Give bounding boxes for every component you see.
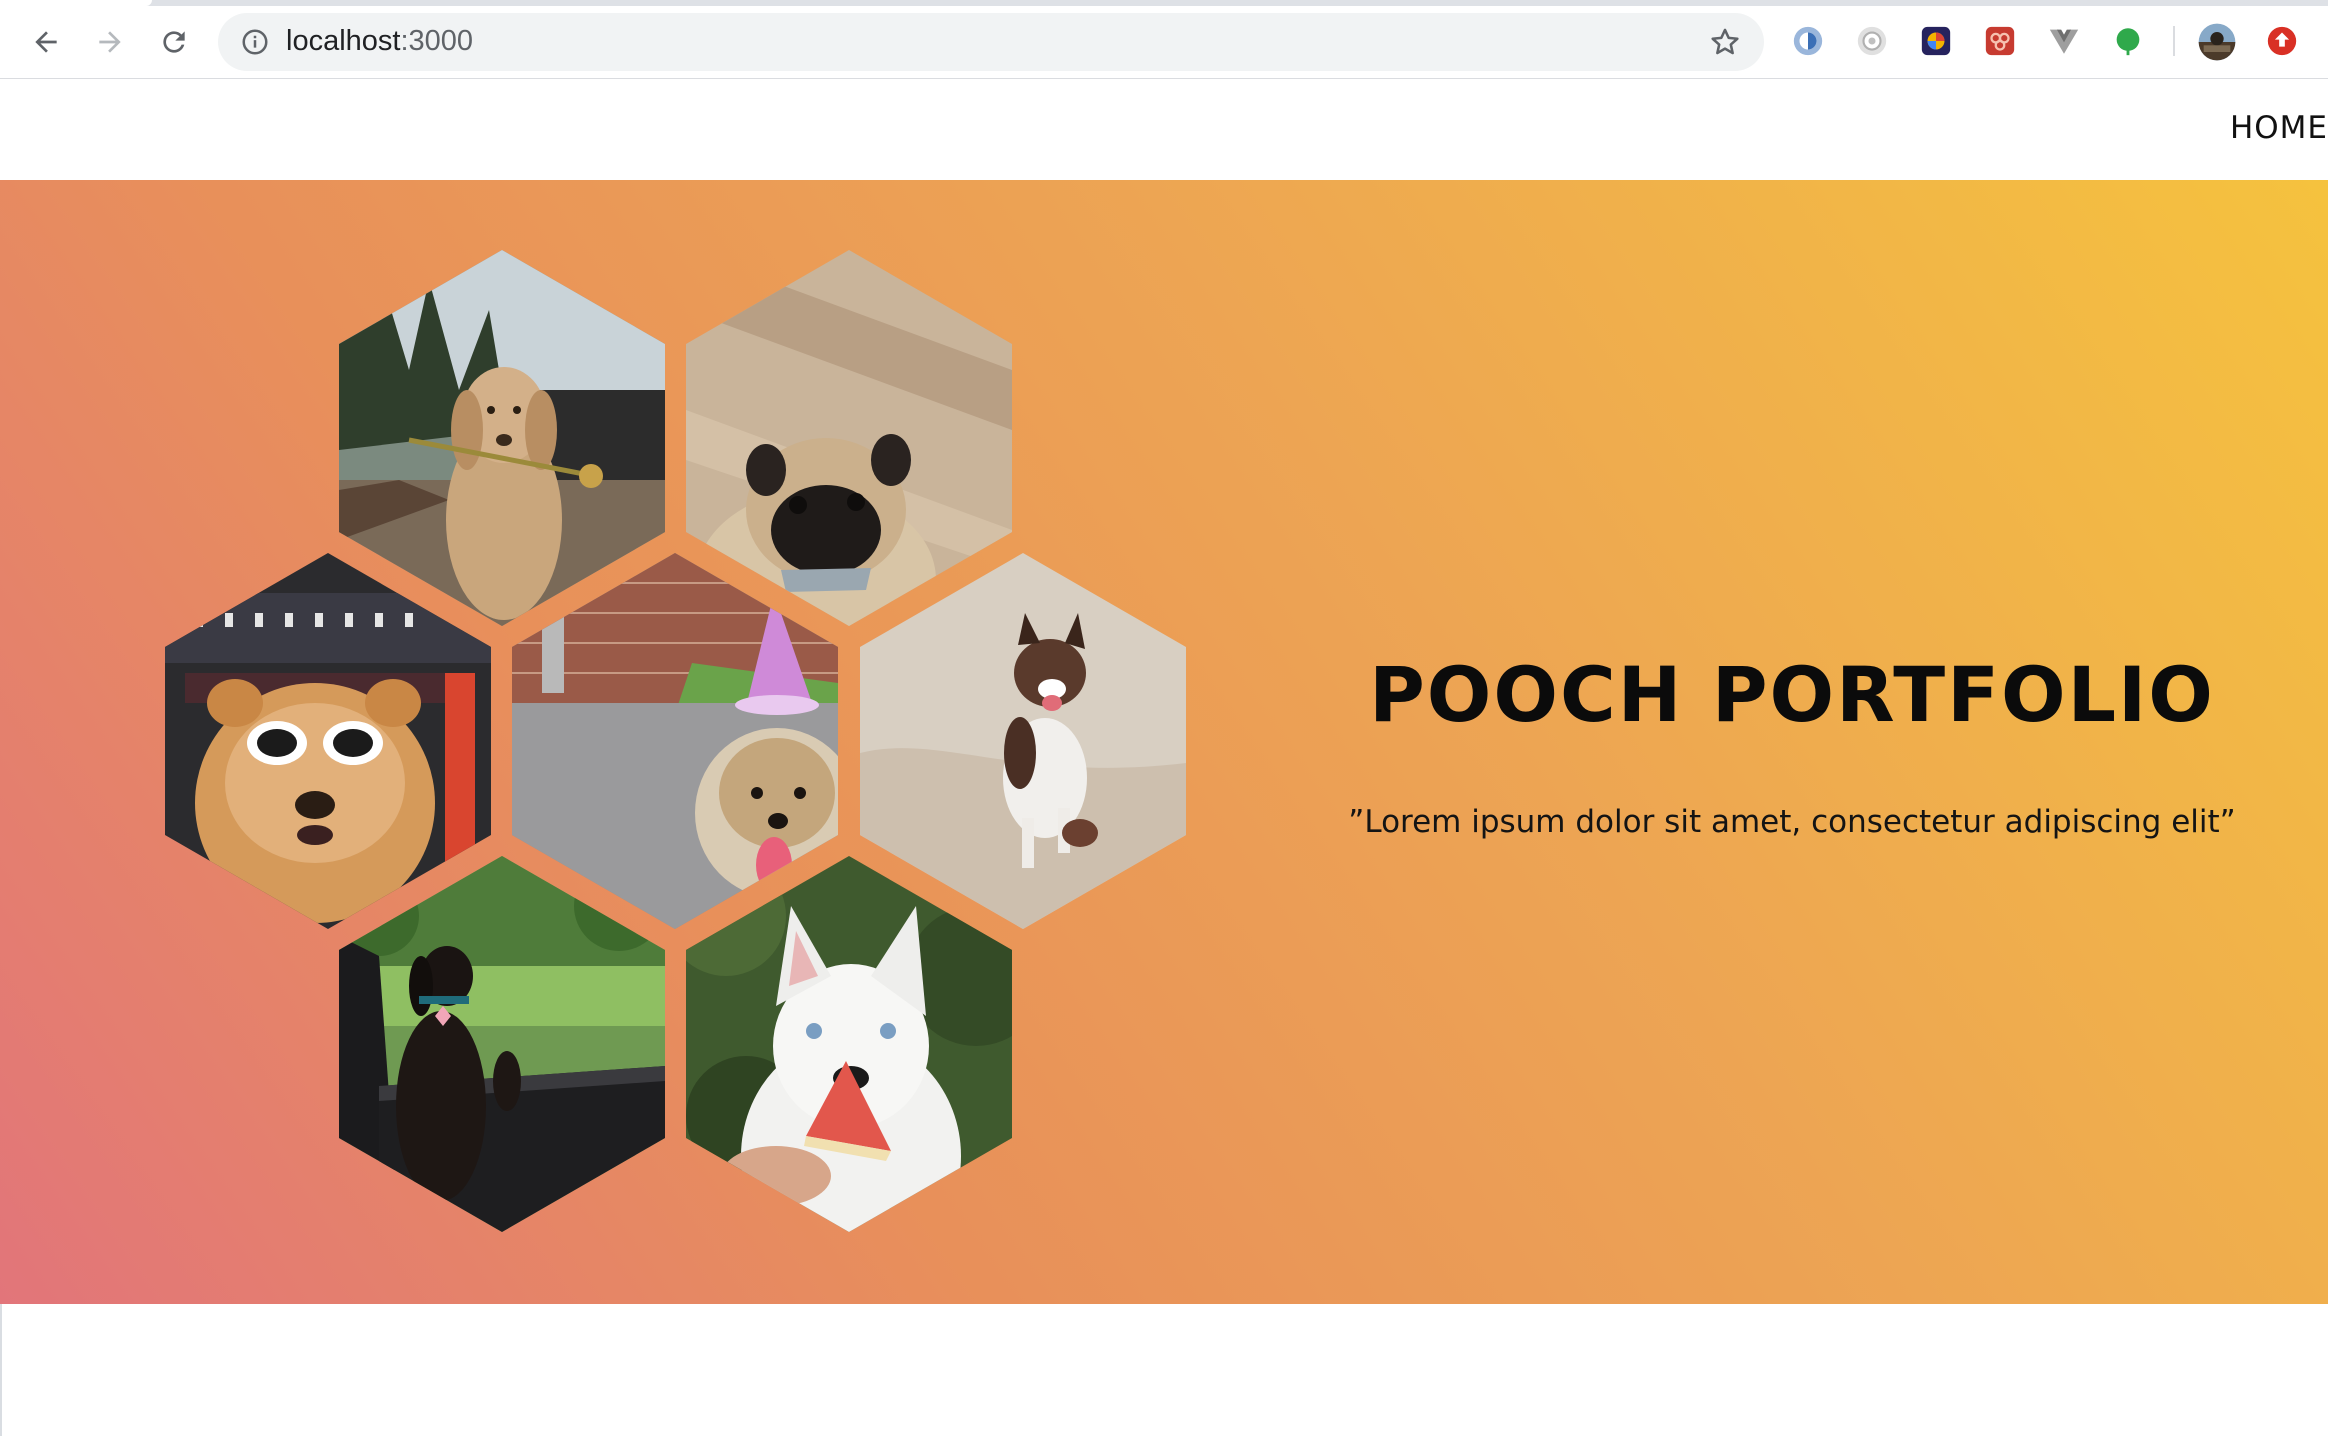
- active-tab[interactable]: [0, 0, 152, 6]
- toolbar-separator: [2173, 26, 2175, 56]
- bookmark-star-icon[interactable]: [1708, 25, 1742, 59]
- forward-button[interactable]: [88, 20, 132, 64]
- reload-icon: [163, 31, 185, 53]
- profile-avatar[interactable]: [2197, 22, 2237, 62]
- site-navbar: HOME: [0, 80, 2328, 180]
- hero-section: POOCH PORTFOLIO ”Lorem ipsum dolor sit a…: [0, 180, 2328, 1304]
- gallery-photo-husky-watermelon[interactable]: [686, 856, 1012, 1232]
- url-host: localhost: [286, 25, 401, 57]
- hero-title: POOCH PORTFOLIO: [1369, 650, 2215, 739]
- extension-grey-camera-icon[interactable]: [1853, 22, 1891, 60]
- extension-red-upload-icon[interactable]: [2263, 22, 2301, 60]
- hero-subtitle: ”Lorem ipsum dolor sit amet, consectetur…: [1348, 804, 2236, 840]
- extension-green-leaf-icon[interactable]: [2109, 22, 2147, 60]
- gallery-photo-pug[interactable]: [686, 250, 1012, 626]
- gallery-photo-australian-shepherd[interactable]: [860, 553, 1186, 929]
- back-arrow-icon: [35, 31, 57, 53]
- address-bar[interactable]: localhost:3000: [218, 13, 1764, 71]
- gallery-photo-golden-retriever[interactable]: [339, 250, 665, 626]
- back-button[interactable]: [24, 20, 68, 64]
- tab-strip: [0, 0, 2328, 6]
- nav-home-link[interactable]: HOME: [2230, 110, 2328, 146]
- url-port: :3000: [400, 25, 474, 57]
- info-icon[interactable]: [240, 27, 270, 57]
- extension-dark-grid-icon[interactable]: [1917, 22, 1955, 60]
- extension-red-redux-icon[interactable]: [1981, 22, 2019, 60]
- gallery-photo-chow-chow[interactable]: [165, 553, 491, 929]
- extension-vue-v-icon[interactable]: [2045, 22, 2083, 60]
- browser-toolbar: localhost:3000: [0, 0, 2328, 79]
- forward-arrow-icon: [99, 31, 121, 53]
- url-text[interactable]: localhost:3000: [286, 25, 473, 58]
- gallery-photo-dachshund-car[interactable]: [339, 856, 665, 1232]
- reload-button[interactable]: [152, 20, 196, 64]
- gallery-photo-terrier-party-hat[interactable]: [512, 553, 838, 929]
- extension-blue-circle-icon[interactable]: [1789, 22, 1827, 60]
